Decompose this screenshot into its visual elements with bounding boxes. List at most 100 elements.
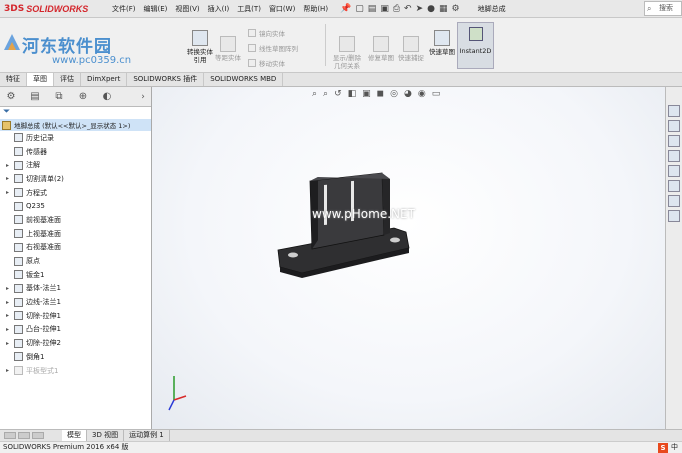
tree-item[interactable]: ▸ 边线-法兰1 (0, 295, 151, 309)
tree-item[interactable]: ▸ 切割清单(2) (0, 172, 151, 186)
instant2d-button[interactable]: Instant2D (457, 22, 494, 69)
view-palette-icon[interactable] (668, 150, 680, 162)
expand-arrow-icon[interactable]: ▸ (6, 189, 14, 196)
tree-item[interactable]: ▸ 切除-拉伸1 (0, 309, 151, 323)
tree-root[interactable]: 地脚总成 (默认<<默认>_显示状态 1>) (0, 119, 151, 131)
appearances-icon[interactable] (668, 165, 680, 177)
save-icon[interactable]: ▣ (380, 4, 389, 14)
tab-model[interactable]: 模型 (62, 430, 87, 441)
expand-arrow-icon[interactable]: ▸ (6, 340, 14, 347)
tree-item[interactable]: Q235 (0, 199, 151, 213)
rapid-sketch-label: 快速草图 (429, 48, 455, 56)
tree-item-label: 切割清单(2) (26, 174, 64, 183)
expand-arrow-icon[interactable]: ▸ (6, 162, 14, 169)
tree-item[interactable]: ▸ 凸台-拉伸1 (0, 323, 151, 337)
convert-entities-label: 转换实体引用 (187, 48, 213, 64)
tab-evaluate[interactable]: 评估 (54, 73, 81, 86)
move-entities-button[interactable]: 移动实体 (248, 58, 285, 68)
graphics-area[interactable]: ⌕ ⌕ ↺ ◧ ▣ ◼ ◎ ◕ ◉ ▭ www.pHome.NET (152, 87, 665, 429)
undo-icon[interactable]: ↶ (404, 4, 412, 14)
tree-item[interactable]: ▸ 方程式 (0, 186, 151, 200)
file-explorer-icon[interactable] (668, 135, 680, 147)
ime-indicator[interactable]: S 中 (658, 442, 678, 453)
tree-item[interactable]: 原点 (0, 254, 151, 268)
display-relations-button[interactable]: 显示/删除几何关系 (330, 36, 364, 70)
nav-first-icon[interactable] (4, 432, 16, 439)
tab-addins[interactable]: SOLIDWORKS 插件 (127, 73, 205, 86)
file-properties-icon[interactable]: ▦ (439, 4, 448, 14)
new-icon[interactable]: ▢ (355, 4, 364, 14)
tab-sketch[interactable]: 草图 (27, 73, 54, 86)
quick-snap-button[interactable]: 快速捕捉 (398, 36, 424, 62)
base-flange-icon (14, 283, 23, 293)
expand-arrow-icon[interactable]: ▸ (6, 175, 14, 182)
expand-arrow-icon[interactable]: ▸ (6, 367, 14, 374)
convert-entities-button[interactable]: 转换实体引用 (186, 30, 214, 64)
coordinate-triad-icon (168, 376, 187, 411)
rebuild-icon[interactable]: ● (427, 4, 435, 14)
custom-properties-icon[interactable] (668, 180, 680, 192)
3d-content-icon[interactable] (668, 210, 680, 222)
tab-dimxpert[interactable]: DimXpert (81, 73, 128, 86)
tab-navigation (4, 432, 44, 439)
tab-features[interactable]: 特征 (0, 73, 27, 86)
property-manager-icon[interactable]: ▤ (28, 90, 42, 104)
tree-item[interactable]: 钣金1 (0, 268, 151, 282)
tree-item-label: 原点 (26, 257, 40, 266)
tree-item[interactable]: ▸ 基体-法兰1 (0, 282, 151, 296)
feature-manager-icon[interactable]: ⚙ (4, 90, 18, 104)
expand-arrow-icon[interactable]: ▸ (6, 299, 14, 306)
pin-icon[interactable]: 📌 (340, 4, 351, 14)
tree-item[interactable]: 右视基准面 (0, 241, 151, 255)
open-icon[interactable]: ▤ (368, 4, 377, 14)
tree-item[interactable]: 倒角1 (0, 350, 151, 364)
relations-icon (339, 36, 355, 52)
design-library-icon[interactable] (668, 120, 680, 132)
solidworks-logo[interactable]: 3DS SOLIDWORKS (0, 4, 108, 14)
options-icon[interactable]: ⚙ (452, 4, 460, 14)
tree-item[interactable]: 前视基准面 (0, 213, 151, 227)
tree-item[interactable]: 历史记录 (0, 131, 151, 145)
tab-motion-study[interactable]: 运动算例 1 (124, 430, 170, 441)
sheet-metal-bracket-model[interactable] (152, 87, 665, 429)
select-icon[interactable]: ➤ (416, 4, 424, 14)
search-input[interactable]: ⌕ 搜索 (644, 1, 682, 16)
history-icon (14, 133, 23, 143)
display-manager-icon[interactable]: ◐ (100, 90, 114, 104)
solidworks-forum-icon[interactable] (668, 195, 680, 207)
tab-mbd[interactable]: SOLIDWORKS MBD (204, 73, 284, 86)
menu-help[interactable]: 帮助(H) (299, 4, 332, 14)
offset-entities-icon (220, 36, 236, 52)
tab-3d-views[interactable]: 3D 视图 (87, 430, 125, 441)
offset-entities-button[interactable]: 等距实体 (214, 36, 242, 62)
tree-item[interactable]: ▸ 注解 (0, 158, 151, 172)
nav-next-icon[interactable] (32, 432, 44, 439)
chevron-right-icon[interactable]: › (139, 90, 147, 104)
tree-item[interactable]: ▸ 切除-拉伸2 (0, 336, 151, 350)
mirror-entities-button[interactable]: 镜向实体 (248, 28, 285, 38)
menu-edit[interactable]: 编辑(E) (140, 4, 172, 14)
cut-extrude-icon (14, 338, 23, 348)
expand-arrow-icon[interactable]: ▸ (6, 312, 14, 319)
dimxpert-manager-icon[interactable]: ⊕ (76, 90, 90, 104)
solidworks-resources-icon[interactable] (668, 105, 680, 117)
menu-window[interactable]: 窗口(W) (265, 4, 299, 14)
tree-item-label: 前视基准面 (26, 215, 61, 224)
expand-arrow-icon[interactable]: ▸ (6, 285, 14, 292)
tree-item[interactable]: 传感器 (0, 145, 151, 159)
menu-insert[interactable]: 插入(I) (204, 4, 234, 14)
tree-item[interactable]: ▸ 平板型式1 (0, 364, 151, 378)
tree-item[interactable]: 上视基准面 (0, 227, 151, 241)
rapid-sketch-icon (434, 30, 450, 46)
print-icon[interactable]: ⎙ (393, 4, 400, 14)
rapid-sketch-button[interactable]: 快速草图 (428, 30, 456, 56)
menu-tools[interactable]: 工具(T) (233, 4, 265, 14)
linear-pattern-button[interactable]: 线性草图阵列 (248, 43, 298, 53)
menu-file[interactable]: 文件(F) (108, 4, 140, 14)
filter-icon[interactable]: ⏷ (0, 107, 151, 119)
configuration-manager-icon[interactable]: ⧉ (52, 90, 66, 104)
repair-sketch-button[interactable]: 修复草图 (368, 36, 394, 62)
nav-prev-icon[interactable] (18, 432, 30, 439)
expand-arrow-icon[interactable]: ▸ (6, 326, 14, 333)
menu-view[interactable]: 视图(V) (171, 4, 203, 14)
